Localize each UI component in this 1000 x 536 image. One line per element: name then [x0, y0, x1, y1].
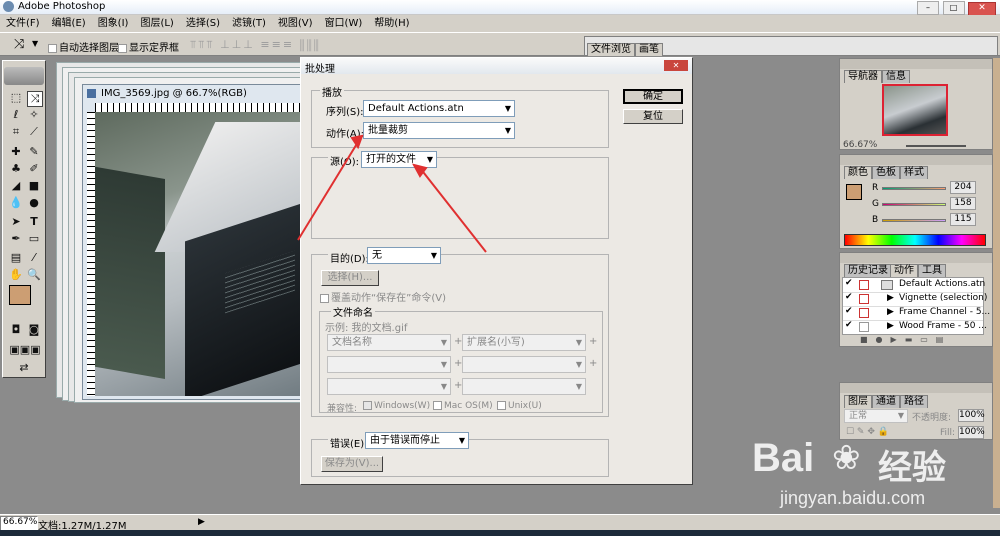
navigator-zoom-slider[interactable]: [906, 145, 966, 147]
checkmark-icon[interactable]: ✔: [845, 320, 853, 330]
action-item-label: Frame Channel - 5...: [899, 307, 991, 317]
r-slider[interactable]: [882, 187, 946, 190]
actions-list: ✔ Default Actions.atn ✔ ▶ Vignette (selecti…: [842, 277, 990, 335]
g-value[interactable]: 158: [950, 197, 976, 210]
actions-toolbar: ■●▶▬▭▤: [860, 335, 952, 344]
tab-styles[interactable]: 样式: [900, 166, 928, 179]
blend-mode-dropdown[interactable]: 正常 ▼: [844, 409, 908, 423]
r-label: R: [872, 183, 879, 193]
watermark-url: jingyan.baidu.com: [780, 488, 926, 508]
navigator-zoom[interactable]: 66.67%: [843, 140, 877, 150]
navigator-thumbnail: [882, 84, 948, 136]
action-item-label: Vignette (selection): [899, 293, 988, 303]
folder-icon: [881, 280, 893, 290]
list-item[interactable]: ✔ ▶ Frame Channel - 5...: [843, 306, 990, 321]
tab-swatches[interactable]: 色板: [872, 166, 900, 179]
checkmark-icon[interactable]: ✔: [845, 278, 853, 288]
watermark-bai: Bai: [752, 436, 815, 480]
tab-actions[interactable]: 动作: [890, 264, 918, 277]
checkmark-icon[interactable]: ✔: [845, 306, 853, 316]
arrow-to-action-dropdown: [297, 134, 364, 241]
color-spectrum-bar[interactable]: [844, 234, 986, 246]
dialog-toggle-icon[interactable]: [859, 294, 869, 304]
checkmark-icon[interactable]: ✔: [845, 292, 853, 302]
color-panel: 颜色 色板 样式 R 204 G 158 B 115: [839, 154, 993, 249]
watermark-jingyan: 经验: [878, 448, 946, 488]
taskbar: [0, 530, 1000, 536]
dialog-toggle-icon[interactable]: [859, 322, 869, 332]
chevron-down-icon: ▼: [897, 411, 904, 420]
g-slider[interactable]: [882, 203, 946, 206]
opacity-value[interactable]: 100%: [958, 409, 985, 422]
tab-history[interactable]: 历史记录: [844, 264, 892, 277]
background-window-edge: [993, 58, 1000, 508]
list-item[interactable]: ✔ Default Actions.atn: [843, 278, 986, 293]
expand-icon[interactable]: ▶: [887, 307, 894, 317]
tab-navigator[interactable]: 导航器: [844, 70, 882, 83]
blend-mode-value: 正常: [849, 411, 868, 421]
action-item-label: Default Actions.atn: [899, 279, 986, 289]
status-arrow-icon[interactable]: ▶: [198, 517, 205, 527]
tab-layers[interactable]: 图层: [844, 395, 872, 408]
tab-paths[interactable]: 路径: [900, 395, 928, 408]
paw-icon: ❀: [832, 438, 861, 478]
dialog-toggle-icon[interactable]: [859, 308, 869, 318]
r-value[interactable]: 204: [950, 181, 976, 194]
b-value[interactable]: 115: [950, 213, 976, 226]
expand-icon[interactable]: ▶: [887, 293, 894, 303]
status-zoom[interactable]: 66.67%: [0, 516, 38, 531]
tab-color[interactable]: 颜色: [844, 166, 872, 179]
opacity-label: 不透明度:: [912, 413, 952, 423]
action-item-label: Wood Frame - 50 ...: [899, 321, 987, 331]
tab-info[interactable]: 信息: [882, 70, 910, 83]
arrow-to-source-dropdown: [412, 163, 487, 253]
actions-panel: 历史记录 动作 工具 ✔ Default Actions.atn ✔ ▶ Vignet…: [839, 252, 993, 347]
list-item[interactable]: ✔ ▶ Wood Frame - 50 ...: [843, 320, 987, 334]
dialog-toggle-icon[interactable]: [859, 280, 869, 290]
g-label: G: [872, 199, 879, 209]
status-bar: 66.67% 文档:1.27M/1.27M ▶: [0, 514, 1000, 532]
navigator-panel: 导航器 信息 66.67%: [839, 58, 993, 150]
tab-channels[interactable]: 通道: [872, 395, 900, 408]
b-label: B: [872, 215, 879, 225]
color-foreground-swatch[interactable]: [846, 184, 862, 200]
expand-icon[interactable]: ▶: [887, 321, 894, 331]
b-slider[interactable]: [882, 219, 946, 222]
list-item[interactable]: ✔ ▶ Vignette (selection): [843, 292, 987, 307]
tab-tools[interactable]: 工具: [918, 264, 946, 277]
baidu-watermark: Bai ❀ 经验 jingyan.baidu.com: [750, 430, 990, 520]
